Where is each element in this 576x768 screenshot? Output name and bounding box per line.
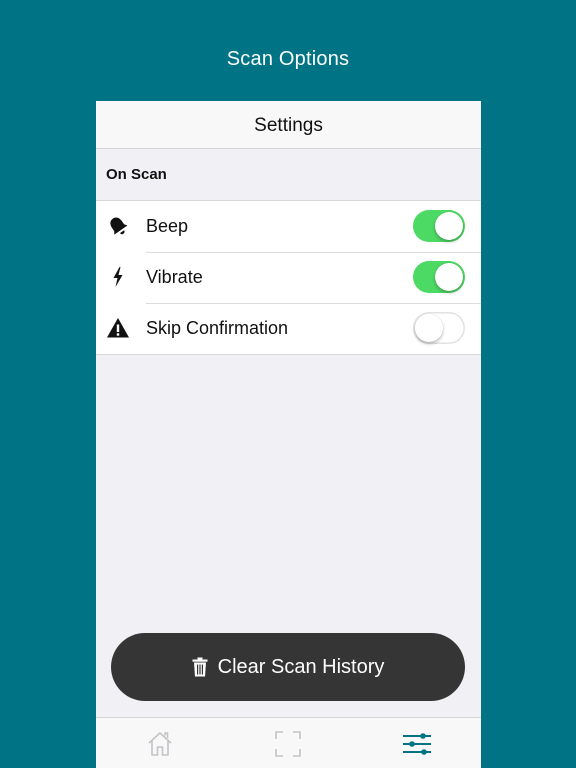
home-icon (148, 731, 172, 756)
lightning-bolt-icon (106, 265, 130, 289)
setting-label: Beep (146, 216, 189, 236)
page-heading: Scan Options (226, 48, 350, 70)
vibrate-toggle[interactable] (413, 261, 465, 293)
setting-label: Vibrate (146, 267, 203, 287)
setting-row-skip-confirmation: Skip Confirmation (96, 303, 481, 354)
toggle-knob (435, 212, 463, 240)
tab-home[interactable] (96, 718, 224, 768)
sliders-icon (403, 732, 431, 755)
setting-row-vibrate: Vibrate (96, 252, 481, 303)
beep-toggle[interactable] (413, 210, 465, 242)
setting-label: Skip Confirmation (146, 318, 289, 338)
nav-title: Settings (254, 115, 323, 136)
section-header: On Scan (106, 166, 167, 183)
trash-icon (192, 657, 208, 677)
clear-scan-history-button[interactable]: Clear Scan History (111, 633, 465, 701)
scan-frame-icon (275, 730, 301, 757)
clear-button-label: Clear Scan History (217, 655, 385, 678)
tab-scan[interactable] (224, 718, 352, 768)
warning-triangle-icon (106, 316, 130, 340)
skip-confirmation-toggle[interactable] (413, 312, 465, 344)
tab-bar (96, 717, 481, 768)
nav-bar: Settings (96, 101, 481, 149)
bell-icon (106, 214, 130, 238)
setting-row-beep: Beep (96, 201, 481, 252)
toggle-knob (415, 314, 443, 342)
phone-screen: Settings On Scan Beep Vibrate Skip Confi… (96, 101, 481, 768)
settings-group: Beep Vibrate Skip Confirmation (96, 200, 481, 355)
tab-settings[interactable] (353, 718, 481, 768)
toggle-knob (435, 263, 463, 291)
